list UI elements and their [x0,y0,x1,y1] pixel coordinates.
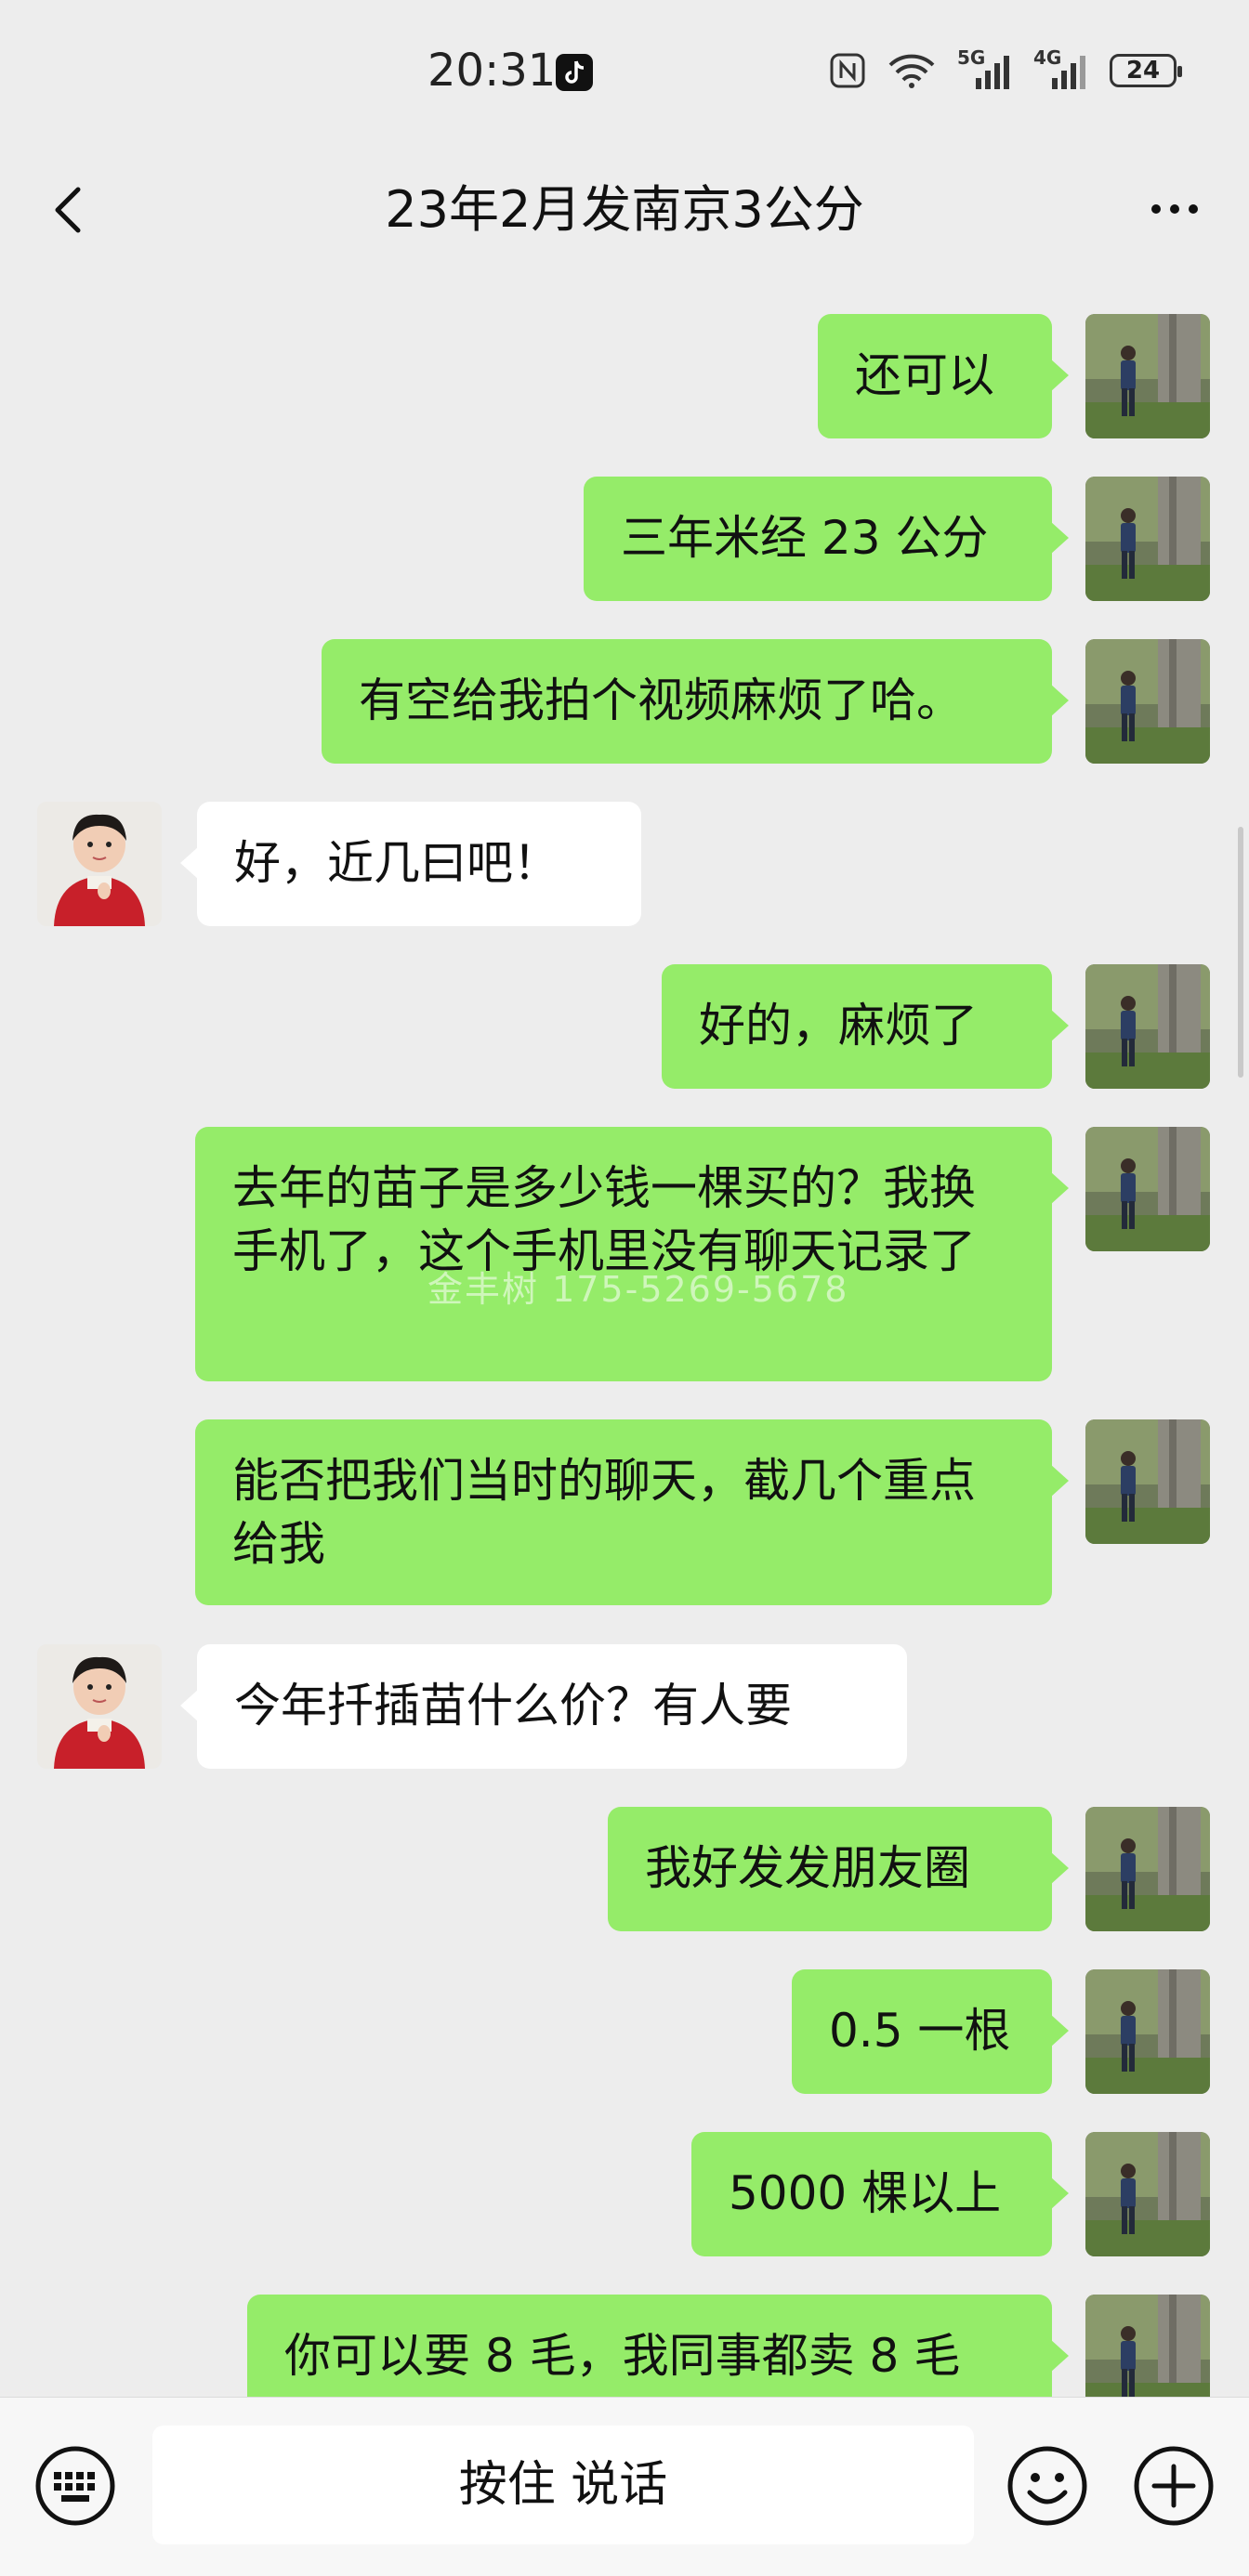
signal-5g-icon: 5G [957,46,1013,91]
avatar[interactable] [37,802,162,926]
avatar[interactable] [1085,1419,1210,1544]
avatar[interactable] [1085,964,1210,1089]
keyboard-icon [35,2446,115,2526]
message-bubble-sent[interactable]: 三年米经 23 公分 [584,477,1069,601]
hold-to-talk-button[interactable]: 按住 说话 [152,2426,974,2544]
input-bar: 按住 说话 [0,2397,1249,2576]
wifi-icon [888,54,935,88]
avatar[interactable] [37,1644,162,1769]
message-bubble-sent[interactable]: 有空给我拍个视频麻烦了哈。 [322,639,1069,764]
tiktok-icon [556,54,593,91]
message-bubble-sent[interactable]: 你可以要 8 毛，我同事都卖 8 毛 [247,2295,1069,2397]
chat-title: 23年2月发南京3公分 [385,180,864,239]
status-bar: 20:31 5G 4G 24 [0,0,1249,139]
message-bubble-sent[interactable]: 我好发发朋友圈 [608,1807,1069,1931]
battery-icon: 24 [1110,54,1182,87]
more-functions-button[interactable] [1132,2444,1216,2528]
watermark: 金丰树 175-5269-5678 [427,1269,849,1310]
avatar[interactable] [1085,314,1210,438]
message-bubble-sent[interactable]: 好的，麻烦了 [662,964,1069,1089]
emoji-icon [1007,2446,1087,2526]
message-bubble-received[interactable]: 今年扦插苗什么价？有人要 [180,1644,907,1769]
more-button[interactable] [1137,177,1212,242]
avatar[interactable] [1085,2295,1210,2397]
message-bubble-sent[interactable]: 5000 棵以上 [691,2132,1069,2256]
message-bubble-sent[interactable]: 能否把我们当时的聊天，截几个重点给我 [195,1419,1069,1605]
status-time: 20:31 [427,45,557,97]
scrollbar[interactable] [1238,827,1243,1078]
message-bubble-received[interactable]: 好，近几曰吧！ [180,802,641,926]
avatar[interactable] [1085,1807,1210,1931]
keyboard-toggle-button[interactable] [33,2444,117,2528]
signal-4g-icon: 4G [1033,46,1089,91]
message-bubble-sent[interactable]: 还可以 [818,314,1069,438]
message-bubble-sent[interactable]: 0.5 一根 [792,1969,1069,2094]
avatar[interactable] [1085,1969,1210,2094]
plus-icon [1134,2446,1214,2526]
more-dots-icon [1151,204,1198,214]
battery-level: 24 [1125,57,1161,85]
avatar[interactable] [1085,639,1210,764]
avatar[interactable] [1085,2132,1210,2256]
avatar[interactable] [1085,477,1210,601]
emoji-button[interactable] [1006,2444,1089,2528]
avatar[interactable] [1085,1127,1210,1251]
message-list[interactable]: 还可以 三年米经 23 公分 有空给我拍个视频麻烦了哈。 好，近几曰吧！ 好的，… [0,279,1249,2397]
nfc-icon [830,53,865,88]
message-bubble-sent[interactable]: 去年的苗子是多少钱一棵买的？我换手机了，这个手机里没有聊天记录了 [195,1127,1069,1381]
chat-header: 23年2月发南京3公分 [0,139,1249,279]
